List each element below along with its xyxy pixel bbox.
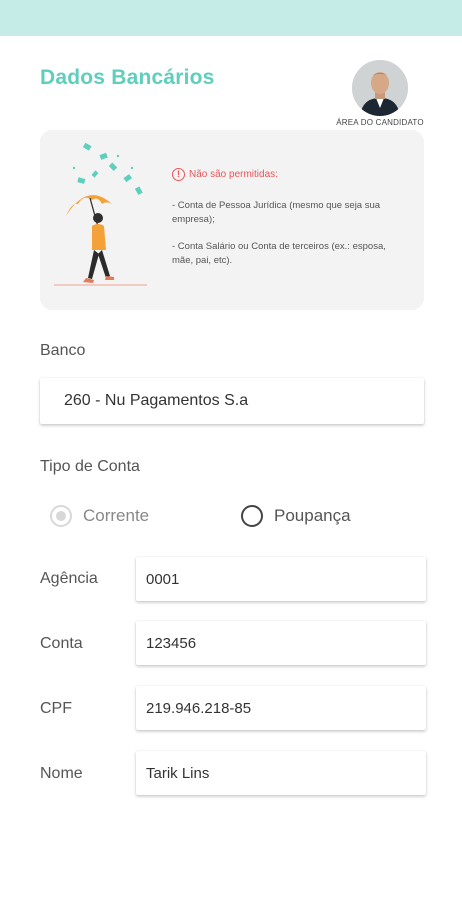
candidate-area-label[interactable]: ÁREA DO CANDIDATO	[322, 118, 438, 127]
warning-title: Não são permitidas:	[189, 169, 278, 180]
name-field[interactable]: Tarik Lins	[136, 751, 426, 795]
agency-field[interactable]: 0001	[136, 557, 426, 601]
warning-circle-icon: !	[172, 168, 185, 181]
status-bar	[0, 0, 462, 36]
radio-poupanca[interactable]: Poupança	[241, 505, 351, 527]
cpf-label: CPF	[40, 700, 72, 717]
radio-corrente-label: Corrente	[83, 506, 150, 525]
account-type-label: Tipo de Conta	[40, 458, 140, 475]
avatar-photo	[352, 60, 408, 116]
name-value: Tarik Lins	[146, 764, 210, 782]
radio-button-icon	[241, 505, 263, 527]
agency-value: 0001	[146, 570, 180, 588]
account-label: Conta	[40, 635, 83, 652]
agency-label: Agência	[40, 570, 98, 587]
bank-select[interactable]: 260 - Nu Pagamentos S.a	[40, 378, 424, 424]
bank-label: Banco	[40, 342, 86, 359]
cpf-value: 219.946.218-85	[146, 699, 252, 717]
umbrella-person-illustration	[54, 142, 147, 286]
rule-item: - Conta Salário ou Conta de terceiros (e…	[172, 241, 386, 266]
bank-value: 260 - Nu Pagamentos S.a	[64, 392, 249, 409]
name-label: Nome	[40, 765, 83, 782]
avatar[interactable]	[352, 60, 408, 116]
page-title: Dados Bancários	[40, 66, 215, 89]
radio-poupanca-label: Poupança	[274, 506, 351, 525]
rule-item: - Conta de Pessoa Jurídica (mesmo que se…	[172, 200, 381, 225]
notice-card: ! Não são permitidas: - Conta de Pessoa …	[40, 130, 424, 310]
radio-button-icon	[50, 505, 72, 527]
radio-corrente[interactable]: Corrente	[50, 505, 149, 527]
account-value: 123456	[146, 634, 197, 652]
account-field[interactable]: 123456	[136, 621, 426, 665]
cpf-field[interactable]: 219.946.218-85	[136, 686, 426, 730]
